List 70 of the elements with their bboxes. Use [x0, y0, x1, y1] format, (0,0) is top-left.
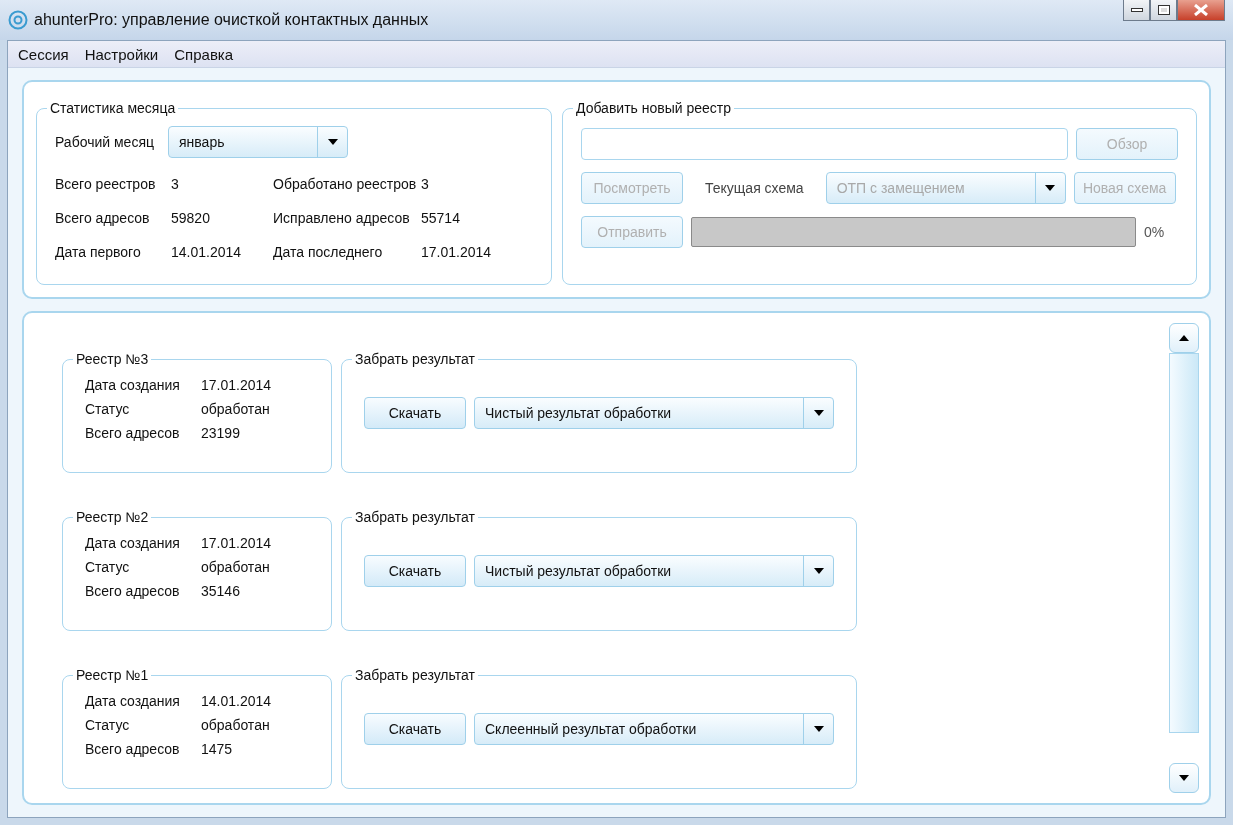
scroll-up-icon	[1179, 335, 1189, 341]
maximize-button[interactable]	[1150, 0, 1177, 21]
field-label: Дата создания	[85, 377, 181, 393]
stat-value: 59820	[171, 210, 211, 226]
caret-icon	[813, 726, 824, 732]
group-title: Реестр №3	[75, 351, 150, 367]
file-path-field[interactable]	[581, 128, 1068, 160]
window-title: ahunterPro: управление очисткой контактных данных	[34, 11, 430, 29]
field-label: Всего адресов	[85, 583, 181, 599]
result-type-dropdown[interactable]: Чистый результат обработки	[474, 397, 834, 429]
field-value: обработан	[201, 559, 271, 575]
close-icon	[1194, 4, 1208, 16]
download-button[interactable]: Скачать	[364, 555, 466, 587]
scroll-down-button[interactable]	[1169, 763, 1199, 793]
group-title: Забрать результат	[354, 351, 476, 367]
progress-reading: 0%	[1144, 224, 1166, 240]
field-value: 14.01.2014	[201, 693, 273, 709]
month-dropdown[interactable]: январь	[168, 126, 348, 158]
field-label: Дата создания	[85, 693, 181, 709]
group-title: Забрать результат	[354, 509, 476, 525]
close-button[interactable]	[1177, 0, 1225, 21]
stat-label: Дата последнего	[273, 244, 384, 260]
field-label: Статус	[85, 717, 131, 733]
stat-value: 3	[171, 176, 180, 192]
stat-label: Всего реестров	[55, 176, 157, 192]
minimize-button[interactable]	[1123, 0, 1150, 21]
field-value: обработан	[201, 401, 271, 417]
result-type-dropdown[interactable]: Склеенный результат обработки	[474, 713, 834, 745]
scrollbar-thumb[interactable]	[1169, 353, 1199, 733]
menu-item[interactable]: Настройки	[78, 43, 165, 65]
stat-value: 17.01.2014	[421, 244, 493, 260]
field-value: 17.01.2014	[201, 535, 273, 551]
stat-label: Обработано реестров	[273, 176, 418, 192]
field-label: Всего адресов	[85, 425, 181, 441]
group-title: Статистика месяца	[49, 100, 177, 116]
group-title: Реестр №2	[75, 509, 150, 525]
menu-item[interactable]: Сессия	[12, 43, 75, 65]
caret-icon	[813, 568, 824, 574]
minimize-icon	[1130, 8, 1143, 12]
field-value: 17.01.2014	[201, 377, 273, 393]
field-label: Рабочий месяц	[55, 134, 154, 150]
field-value: 1475	[201, 741, 234, 757]
group-title: Добавить новый реестр	[575, 100, 733, 116]
stat-value: 55714	[421, 210, 461, 226]
caret-icon	[327, 139, 338, 145]
field-label: Дата создания	[85, 535, 181, 551]
field-value: 23199	[201, 425, 241, 441]
field-label: Статус	[85, 401, 131, 417]
caret-icon	[1045, 185, 1056, 191]
field-value: обработан	[201, 717, 271, 733]
stat-label: Дата первого	[55, 244, 142, 260]
stat-value: 3	[421, 176, 430, 192]
download-button[interactable]: Скачать	[364, 397, 466, 429]
menu-item[interactable]: Справка	[168, 43, 240, 65]
field-value: 35146	[201, 583, 241, 599]
stat-label: Исправлено адресов	[273, 210, 411, 226]
caret-icon	[813, 410, 824, 416]
stat-value: 14.01.2014	[171, 244, 243, 260]
download-button[interactable]: Скачать	[364, 713, 466, 745]
stat-label: Всего адресов	[55, 210, 151, 226]
result-type-dropdown[interactable]: Чистый результат обработки	[474, 555, 834, 587]
field-label: Всего адресов	[85, 741, 181, 757]
scroll-down-icon	[1179, 775, 1189, 781]
scroll-up-button[interactable]	[1169, 323, 1199, 353]
group-title: Реестр №1	[75, 667, 150, 683]
scheme-label: Текущая схема	[705, 180, 804, 196]
field-label: Статус	[85, 559, 131, 575]
app-logo-icon	[8, 10, 28, 30]
maximize-icon	[1157, 5, 1170, 15]
group-title: Забрать результат	[354, 667, 476, 683]
